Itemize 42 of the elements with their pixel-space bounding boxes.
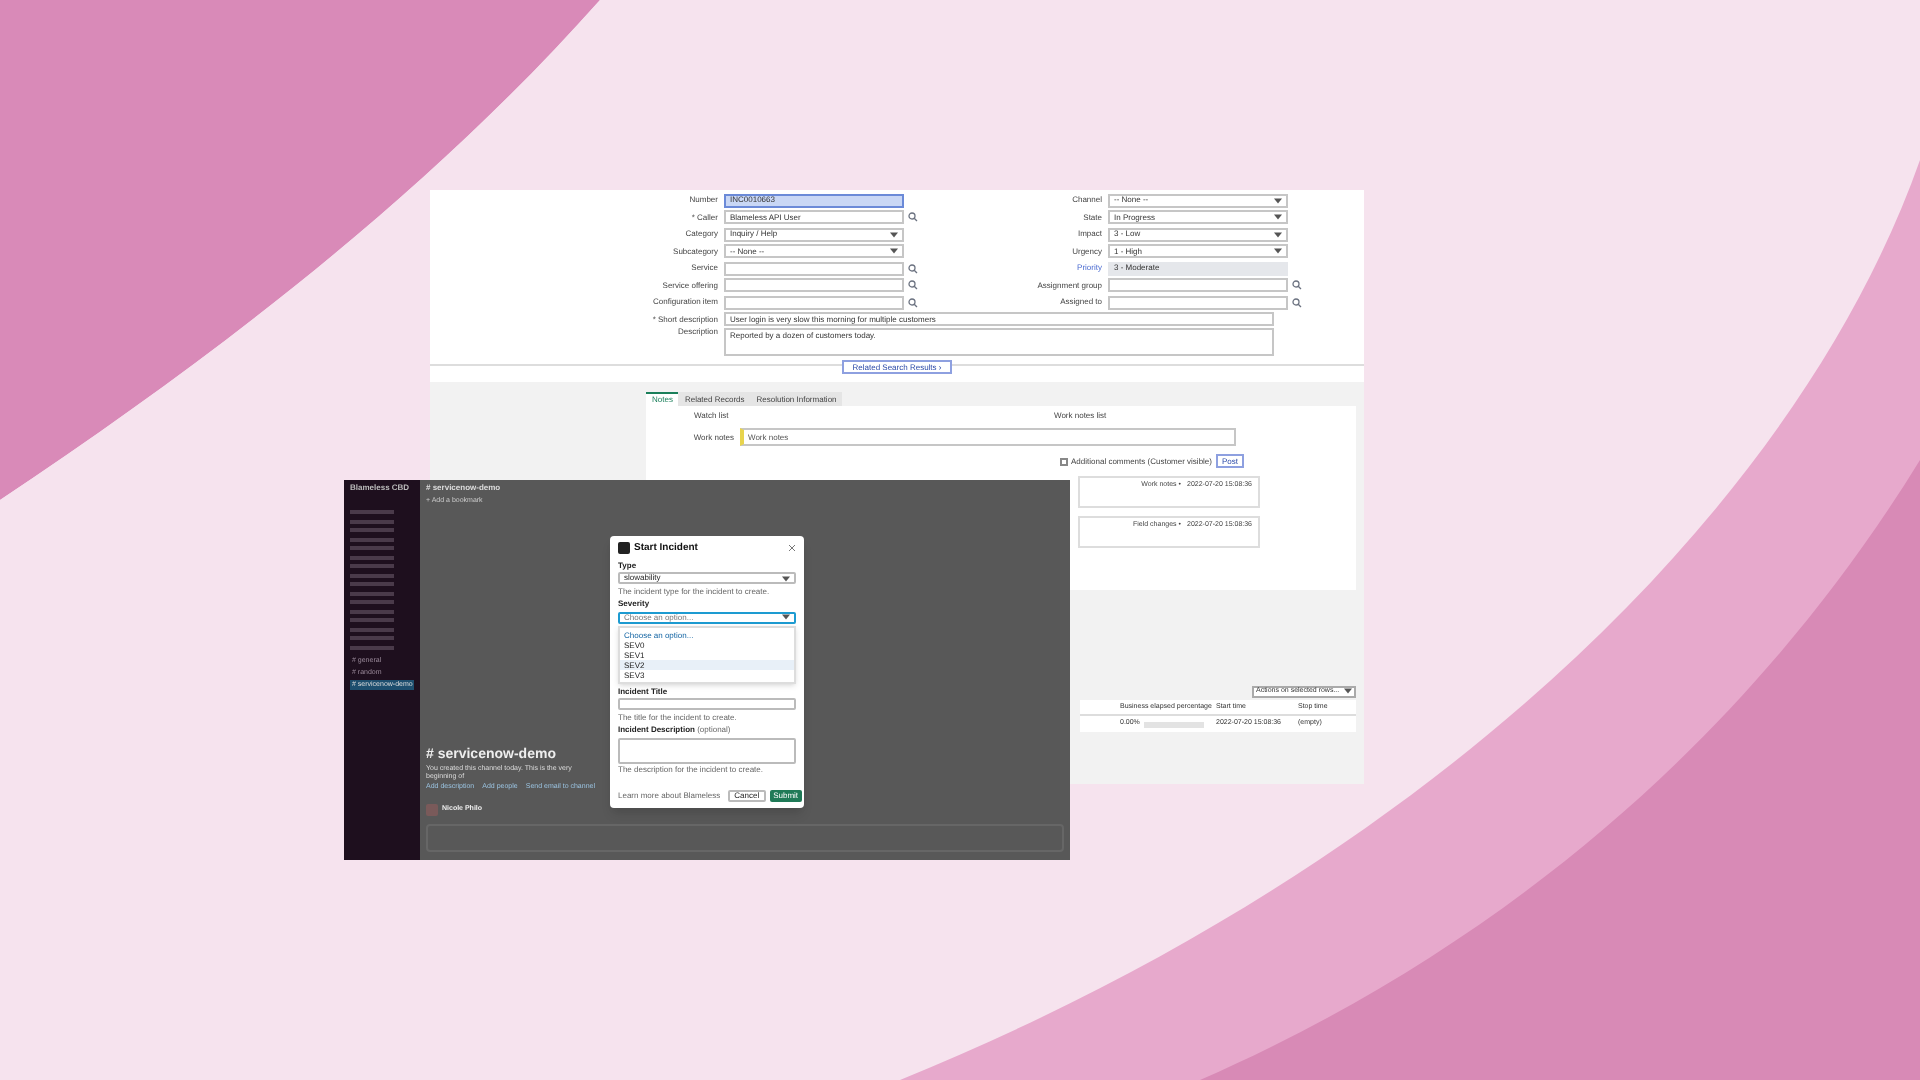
input-field[interactable] bbox=[1108, 278, 1288, 292]
blurred-text-line bbox=[350, 555, 394, 559]
caret-icon bbox=[1274, 197, 1282, 203]
blurred-text-line bbox=[350, 609, 394, 613]
caret-icon bbox=[1344, 688, 1352, 694]
close-icon[interactable] bbox=[788, 544, 796, 552]
input-field[interactable] bbox=[618, 698, 796, 710]
search-icon[interactable] bbox=[908, 280, 918, 290]
blurred-text-line bbox=[350, 600, 394, 604]
search-icon[interactable] bbox=[1292, 280, 1302, 290]
blurred-text-line bbox=[350, 510, 394, 514]
search-icon[interactable] bbox=[908, 297, 918, 307]
input-field[interactable] bbox=[724, 261, 904, 275]
search-icon[interactable] bbox=[908, 263, 918, 273]
blurred-text-line bbox=[350, 636, 394, 640]
caret-icon bbox=[890, 248, 898, 254]
blurred-text-line bbox=[350, 627, 394, 631]
search-icon[interactable] bbox=[1292, 297, 1302, 307]
caret-icon bbox=[890, 231, 898, 237]
blurred-text-line bbox=[350, 582, 394, 586]
caret-icon bbox=[1274, 214, 1282, 220]
search-icon[interactable] bbox=[908, 212, 918, 222]
caret-icon bbox=[782, 575, 790, 581]
blurred-text-line bbox=[350, 537, 394, 541]
caret-icon bbox=[1274, 231, 1282, 237]
input-field[interactable] bbox=[1108, 295, 1288, 309]
blurred-text-line bbox=[350, 564, 394, 568]
blurred-text-line bbox=[350, 546, 394, 550]
app-logo-icon bbox=[618, 542, 630, 554]
blurred-text-line bbox=[350, 591, 394, 595]
input-field[interactable] bbox=[724, 295, 904, 309]
blurred-text-line bbox=[350, 645, 394, 649]
blurred-text-line bbox=[350, 519, 394, 523]
blurred-text-line bbox=[350, 573, 394, 577]
blurred-text-line bbox=[350, 528, 394, 532]
input-field[interactable] bbox=[724, 278, 904, 292]
textarea-field[interactable] bbox=[618, 737, 796, 763]
caret-icon bbox=[1274, 248, 1282, 254]
blurred-text-line bbox=[350, 618, 394, 622]
caret-icon bbox=[782, 614, 790, 620]
avatar bbox=[426, 804, 438, 816]
checkbox[interactable] bbox=[1059, 457, 1068, 465]
